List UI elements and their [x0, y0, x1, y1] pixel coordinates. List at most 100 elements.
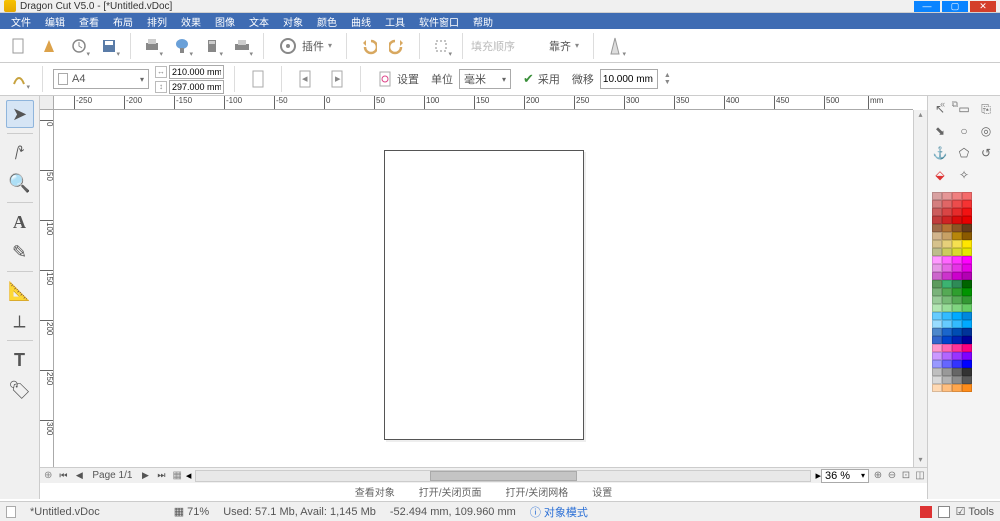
color-swatch[interactable]	[962, 336, 972, 344]
menu-排列[interactable]: 排列	[140, 14, 174, 29]
menu-查看[interactable]: 查看	[72, 14, 106, 29]
color-swatch[interactable]	[962, 240, 972, 248]
color-swatch[interactable]	[932, 280, 942, 288]
color-swatch[interactable]	[942, 200, 952, 208]
color-swatch[interactable]	[932, 264, 942, 272]
vertical-ruler[interactable]: 050100150200250300	[40, 110, 54, 467]
eyedropper-button[interactable]	[602, 33, 628, 59]
print2-button[interactable]	[199, 33, 225, 59]
color-swatch[interactable]	[962, 256, 972, 264]
color-swatch[interactable]	[952, 384, 962, 392]
color-swatch[interactable]	[932, 328, 942, 336]
color-swatch[interactable]	[942, 304, 952, 312]
settings-button[interactable]: 设置	[371, 66, 425, 92]
color-swatch[interactable]	[932, 384, 942, 392]
copy-mini-icon[interactable]: ⎘	[977, 100, 995, 118]
node-mini-icon[interactable]: ⬊	[931, 122, 949, 140]
color-swatch[interactable]	[952, 320, 962, 328]
color-swatch[interactable]	[952, 296, 962, 304]
color-swatch[interactable]	[952, 240, 962, 248]
window-minimize-button[interactable]: —	[914, 1, 940, 12]
page-prev-icon-button[interactable]: ◂	[292, 66, 318, 92]
color-swatch[interactable]	[952, 312, 962, 320]
color-swatch[interactable]	[962, 264, 972, 272]
color-swatch[interactable]	[932, 376, 942, 384]
redo-button[interactable]	[385, 33, 411, 59]
circle-mini-icon[interactable]: ○	[955, 122, 973, 140]
color-swatch[interactable]	[952, 248, 962, 256]
color-swatch[interactable]	[932, 256, 942, 264]
zoom-level-select[interactable]: 36 % ▾	[821, 469, 869, 483]
cut-button[interactable]	[169, 33, 195, 59]
nudge-down-button[interactable]: ▼	[664, 79, 671, 86]
color-swatch[interactable]	[932, 232, 942, 240]
color-swatch[interactable]	[942, 280, 952, 288]
last-page-button[interactable]: ⏭	[154, 469, 168, 483]
next-page-button[interactable]: ▶	[138, 469, 152, 483]
options-button[interactable]	[6, 66, 32, 92]
color-swatch[interactable]	[942, 248, 952, 256]
color-swatch[interactable]	[942, 336, 952, 344]
first-page-button[interactable]: ⏮	[56, 469, 70, 483]
color-swatch[interactable]	[932, 208, 942, 216]
menu-工具[interactable]: 工具	[378, 14, 412, 29]
color-swatch[interactable]	[932, 304, 942, 312]
footer-link[interactable]: 打开/关闭页面	[419, 484, 482, 499]
color-swatch[interactable]	[952, 352, 962, 360]
zoom-page-button[interactable]: ◫	[913, 469, 927, 483]
tag-tool[interactable]: 🏷	[6, 376, 34, 404]
status-toggle[interactable]: ☑ Tools	[956, 505, 994, 518]
recent-button[interactable]	[66, 33, 92, 59]
unit-select[interactable]: 毫米▾	[459, 69, 511, 89]
drawing-canvas[interactable]	[54, 110, 913, 467]
horizontal-scrollbar[interactable]	[195, 470, 811, 482]
color-swatch[interactable]	[942, 240, 952, 248]
color-swatch[interactable]	[932, 240, 942, 248]
crop-button[interactable]	[428, 33, 454, 59]
color-swatch[interactable]	[932, 368, 942, 376]
nudge-input[interactable]	[600, 69, 658, 89]
color-swatch[interactable]	[942, 352, 952, 360]
menu-对象[interactable]: 对象	[276, 14, 310, 29]
color-swatch[interactable]	[952, 360, 962, 368]
color-swatch[interactable]	[962, 344, 972, 352]
color-swatch[interactable]	[942, 256, 952, 264]
color-swatch[interactable]	[952, 336, 962, 344]
hscroll-thumb[interactable]	[430, 471, 577, 481]
menu-图像[interactable]: 图像	[208, 14, 242, 29]
page-height-input[interactable]	[169, 80, 224, 94]
color-swatch[interactable]	[952, 256, 962, 264]
color-swatch[interactable]	[962, 352, 972, 360]
color-swatch[interactable]	[942, 192, 952, 200]
color-swatch[interactable]	[962, 384, 972, 392]
paper-size-select[interactable]: A4 ▾	[53, 69, 149, 89]
menu-软件窗口[interactable]: 软件窗口	[412, 14, 466, 29]
zoom-in-button[interactable]: ⊕	[871, 469, 885, 483]
window-maximize-button[interactable]: ▢	[942, 1, 968, 12]
link-mini-icon[interactable]: ↺	[977, 144, 995, 162]
menu-文件[interactable]: 文件	[4, 14, 38, 29]
color-swatch[interactable]	[932, 352, 942, 360]
page-tab-icon[interactable]: ▦	[172, 470, 181, 481]
color-swatch[interactable]	[942, 376, 952, 384]
page-icon-button[interactable]	[245, 66, 271, 92]
color-swatch[interactable]	[942, 216, 952, 224]
color-swatch[interactable]	[962, 248, 972, 256]
color-swatch[interactable]	[952, 208, 962, 216]
color-swatch[interactable]	[932, 216, 942, 224]
menu-编辑[interactable]: 编辑	[38, 14, 72, 29]
pick-tool[interactable]: ➤	[6, 100, 34, 128]
color-swatch[interactable]	[962, 280, 972, 288]
color-swatch[interactable]	[962, 296, 972, 304]
freehand-tool[interactable]: ✎	[6, 238, 34, 266]
menu-曲线[interactable]: 曲线	[344, 14, 378, 29]
poly-mini-icon[interactable]: ⬠	[955, 144, 973, 162]
page-next-icon-button[interactable]: ▸	[324, 66, 350, 92]
target-mini-icon[interactable]: ◎	[977, 122, 995, 140]
color-swatch[interactable]	[932, 200, 942, 208]
plugin-button[interactable]: 插件 ▾	[272, 33, 338, 59]
color-swatch[interactable]	[962, 200, 972, 208]
color-swatch[interactable]	[952, 264, 962, 272]
color-swatch[interactable]	[932, 248, 942, 256]
color-swatch[interactable]	[952, 224, 962, 232]
